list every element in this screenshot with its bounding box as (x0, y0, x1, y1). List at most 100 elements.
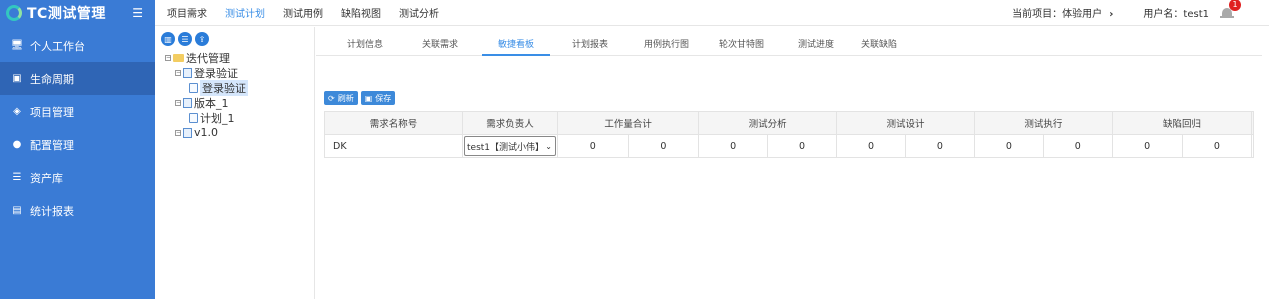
tree-node-label: 迭代管理 (186, 51, 230, 65)
document-icon (183, 127, 192, 138)
tree-node[interactable]: − 迭代管理 (155, 50, 314, 65)
tab-0[interactable]: 计划信息 (347, 37, 383, 50)
list-icon[interactable]: ☰ (178, 32, 192, 46)
bell-icon[interactable]: 1 (1220, 0, 1241, 20)
collapse-icon[interactable]: − (165, 54, 171, 61)
main-content: 计划信息 关联需求 敏捷看板 计划报表 用例执行图 轮次甘特图 测试进度 关联缺陷 ⟳ 刷新 … (316, 27, 1269, 299)
sidebar-item-4[interactable]: ☰ 资产库 (0, 161, 155, 194)
value-cell: 0 (698, 134, 769, 158)
value-cell: 0 (627, 134, 700, 158)
menu-collapse-icon[interactable]: ☰ (132, 7, 143, 19)
sidebar-item-label: 生命周期 (30, 72, 74, 86)
value-cell: 0 (557, 134, 629, 158)
desktop-icon: 🖥 (10, 40, 24, 51)
collapse-icon[interactable]: − (175, 129, 181, 136)
logo-icon (6, 5, 22, 21)
top-nav: 项目需求 测试计划 测试用例 缺陷视图 测试分析 当前项目：体验用户 › 用户名：tes… (155, 0, 1269, 26)
sidebar-item-label: 个人工作台 (30, 39, 85, 53)
value-cell: 0 (836, 134, 906, 158)
filler-cell (1251, 134, 1254, 158)
sidebar-item-2[interactable]: ◈ 项目管理 (0, 95, 155, 128)
sidebar-item-1[interactable]: ▣ 生命周期 (0, 62, 155, 95)
app-title: TC测试管理 (27, 6, 106, 22)
sidebar-item-label: 配置管理 (30, 138, 74, 152)
top-tab-0[interactable]: 项目需求 (167, 5, 207, 20)
sidebar-item-5[interactable]: ▤ 统计报表 (0, 194, 155, 227)
value-cell: 0 (1042, 134, 1113, 158)
tab-6[interactable]: 测试进度 (798, 37, 834, 50)
col-workload: 工作量合计 (556, 111, 700, 135)
col-design: 测试设计 (836, 111, 975, 135)
top-tab-3[interactable]: 缺陷视图 (341, 5, 381, 20)
current-project-label: 当前项目：体验用户 (1012, 9, 1103, 20)
plan-icon (189, 112, 198, 123)
col-owner: 需求负责人 (462, 111, 558, 135)
tab-2[interactable]: 敏捷看板 (498, 37, 534, 50)
top-tabs: 项目需求 测试计划 测试用例 缺陷视图 测试分析 (155, 5, 445, 20)
refresh-label: 刷新 (337, 93, 354, 103)
tab-7[interactable]: 关联缺陷 (861, 37, 897, 50)
username[interactable]: 用户名：test1 (1143, 5, 1209, 20)
brand: TC测试管理 ☰ (0, 0, 155, 26)
tab-1[interactable]: 关联需求 (422, 37, 458, 50)
tab-3[interactable]: 计划报表 (572, 37, 608, 50)
sidebar-item-label: 资产库 (30, 171, 63, 185)
sidebar-item-3[interactable]: ● 配置管理 (0, 128, 155, 161)
tree-node-label: 登录验证 (194, 66, 238, 80)
tree-node[interactable]: − 版本_1 (155, 95, 314, 110)
tree-node[interactable]: 登录验证 (155, 79, 314, 96)
tree-node-label: 登录验证 (200, 79, 248, 96)
col-filler (1251, 111, 1254, 135)
owner-select[interactable]: test1【测试小伟】 ⌄ (464, 136, 556, 156)
tab-5[interactable]: 轮次甘特图 (719, 37, 764, 50)
delete-icon[interactable]: ▥ (161, 32, 175, 46)
sidebar-item-label: 项目管理 (30, 105, 74, 119)
tree-node-label: 计划_1 (200, 111, 235, 125)
bell-base (1220, 15, 1234, 18)
tree-node-label: 版本_1 (194, 96, 229, 110)
tab-4[interactable]: 用例执行图 (644, 37, 689, 50)
table-row: DK test1【测试小伟】 ⌄ 0 0 0 0 0 0 0 0 0 0 (324, 134, 1254, 158)
upload-icon[interactable]: ⇪ (195, 32, 209, 46)
plan-icon (189, 82, 198, 93)
layers-icon: ◈ (13, 106, 21, 117)
top-tab-2[interactable]: 测试用例 (283, 5, 323, 20)
document-icon (183, 97, 192, 108)
collapse-icon[interactable]: − (175, 69, 181, 76)
tree-node[interactable]: 计划_1 (155, 110, 314, 125)
tree-node[interactable]: − v1.0 (155, 125, 314, 140)
grid-header-row: 需求名称号 需求负责人 工作量合计 测试分析 测试设计 测试执行 缺陷回归 (324, 111, 1254, 135)
value-cell: 0 (1181, 134, 1253, 158)
plan-tree: − 迭代管理 − 登录验证 登录验证 − 版本_1 计划_1− v1.0 (155, 50, 314, 140)
collapse-icon[interactable]: − (175, 99, 181, 106)
owner-value: test1【测试小伟】 (467, 142, 545, 153)
chevron-right-icon: › (1109, 9, 1114, 20)
document-icon (183, 67, 192, 78)
col-execution: 测试执行 (973, 111, 1113, 135)
chevron-down-icon: ⌄ (545, 141, 552, 151)
kanban-grid: 需求名称号 需求负责人 工作量合计 测试分析 测试设计 测试执行 缺陷回归 DK… (324, 111, 1254, 158)
top-tab-1[interactable]: 测试计划 (225, 5, 265, 20)
save-icon: ▣ (364, 93, 373, 103)
plan-tabs: 计划信息 关联需求 敏捷看板 计划报表 用例执行图 轮次甘特图 测试进度 关联缺陷 (316, 27, 1262, 56)
top-tab-4[interactable]: 测试分析 (399, 5, 439, 20)
tree-toolbar: ▥ ☰ ⇪ (155, 27, 314, 46)
top-right: 当前项目：体验用户 › 用户名：test1 1 (1012, 0, 1269, 20)
tree-node-label: v1.0 (194, 126, 219, 139)
save-label: 保存 (375, 93, 392, 103)
sidebar-item-label: 统计报表 (30, 204, 74, 218)
save-button[interactable]: ▣ 保存 (360, 91, 396, 105)
tree-node[interactable]: − 登录验证 (155, 65, 314, 80)
col-analysis: 测试分析 (698, 111, 838, 135)
value-cell: 0 (767, 134, 838, 158)
settings-icon: ● (12, 139, 22, 150)
col-requirement: 需求名称号 (324, 111, 463, 135)
plan-tree-panel: ▥ ☰ ⇪ − 迭代管理 − 登录验证 登录验证 − 版本_1 计划_1− v1.0 (155, 27, 315, 299)
database-icon: ☰ (12, 172, 22, 183)
folder-icon (173, 53, 184, 62)
refresh-button[interactable]: ⟳ 刷新 (324, 91, 358, 105)
current-project[interactable]: 当前项目：体验用户 › (1012, 5, 1113, 20)
value-cell: 0 (1111, 134, 1183, 158)
report-icon: ▤ (12, 205, 22, 216)
sidebar-item-0[interactable]: 🖥 个人工作台 (0, 29, 155, 62)
